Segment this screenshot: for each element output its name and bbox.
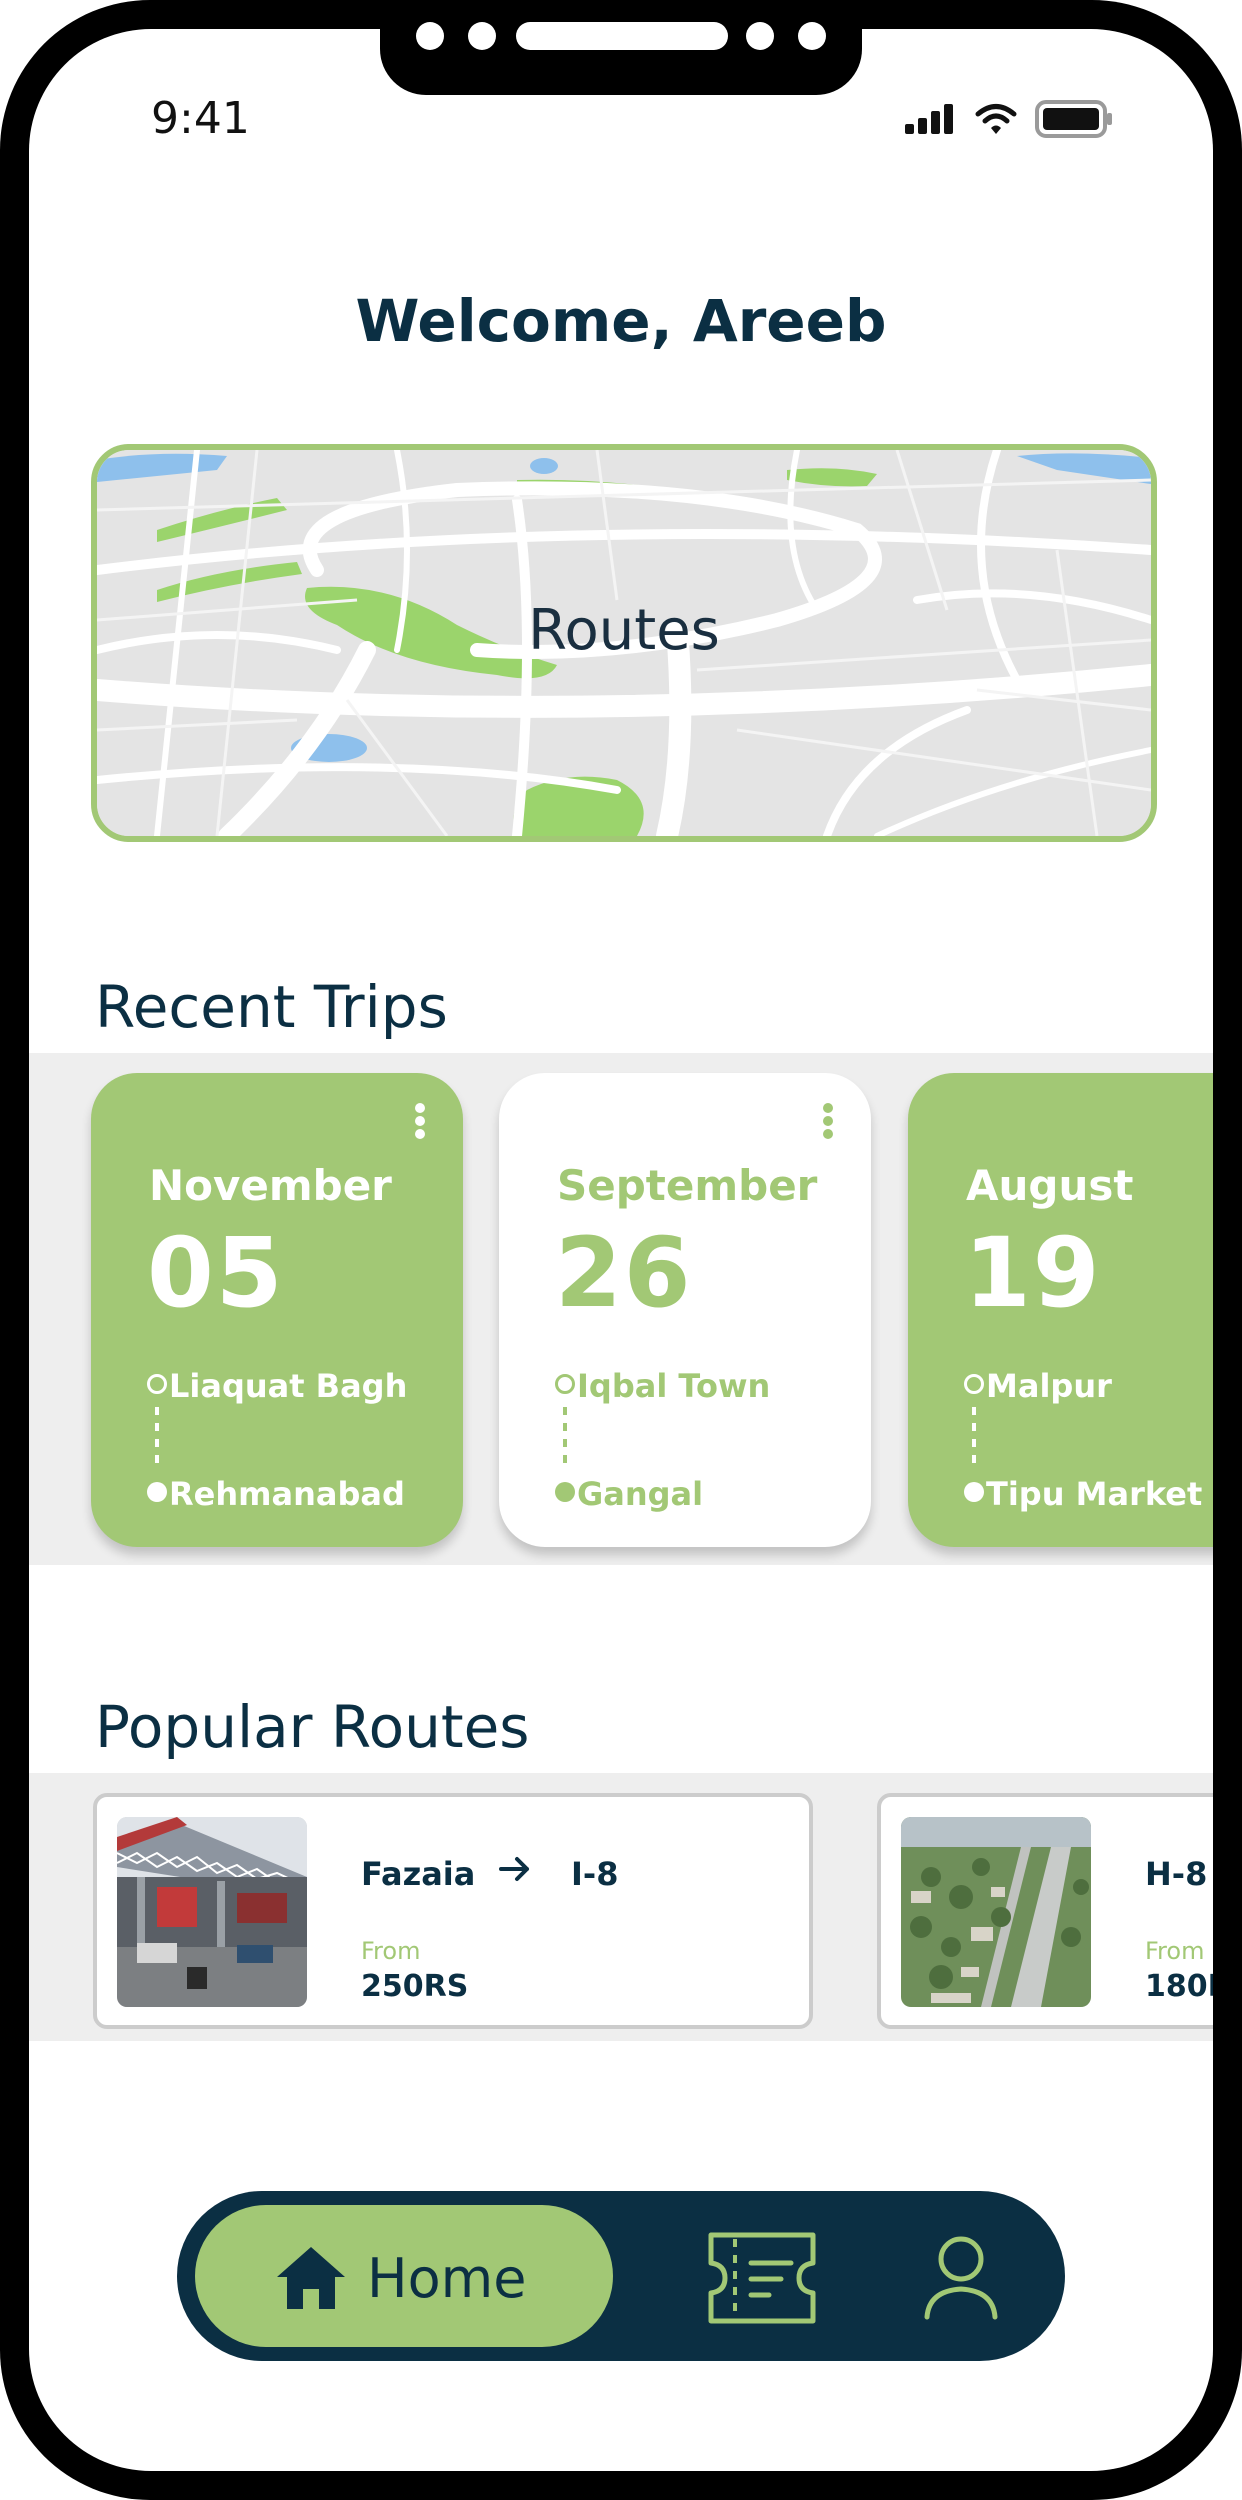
origin-circle-icon bbox=[555, 1374, 575, 1394]
trip-to: Tipu Market bbox=[986, 1475, 1203, 1513]
trip-card[interactable]: November 05 Liaquat Bagh Rehmanabad bbox=[91, 1073, 463, 1547]
profile-icon[interactable] bbox=[921, 2231, 1001, 2321]
trip-day: 19 bbox=[964, 1217, 1102, 1329]
welcome-heading: Welcome, Areeb bbox=[355, 287, 887, 355]
home-icon bbox=[277, 2247, 345, 2309]
trip-month: August bbox=[966, 1161, 1134, 1210]
route-dashed-line bbox=[563, 1407, 567, 1467]
more-vertical-icon[interactable] bbox=[415, 1103, 425, 1142]
more-vertical-icon[interactable] bbox=[823, 1103, 833, 1142]
trip-card[interactable]: August 19 Malpur Tipu Market bbox=[908, 1073, 1213, 1547]
price-from-label: From bbox=[361, 1937, 421, 1965]
trip-month: September bbox=[557, 1161, 818, 1210]
route-card[interactable]: Fazaia I-8 From 250RS bbox=[93, 1793, 813, 2029]
routes-label: Routes bbox=[528, 598, 720, 663]
route-price: 180RS bbox=[1145, 1969, 1213, 2004]
trip-to: Gangal bbox=[577, 1475, 704, 1513]
trip-month: November bbox=[149, 1161, 392, 1210]
route-destination: I-8 bbox=[571, 1855, 619, 1893]
aerial-photo bbox=[901, 1817, 1091, 2007]
route-card[interactable]: H-8 From 180RS bbox=[877, 1793, 1213, 2029]
trip-day: 05 bbox=[147, 1217, 285, 1329]
bottom-nav: Home bbox=[177, 2191, 1065, 2361]
recent-trips-title: Recent Trips bbox=[95, 973, 448, 1041]
station-photo bbox=[117, 1817, 307, 2007]
destination-dot-icon bbox=[555, 1482, 575, 1502]
trip-to: Rehmanabad bbox=[169, 1475, 405, 1513]
route-dashed-line bbox=[972, 1407, 976, 1467]
routes-card[interactable]: Routes bbox=[91, 444, 1157, 842]
destination-dot-icon bbox=[147, 1482, 167, 1502]
price-from-label: From bbox=[1145, 1937, 1205, 1965]
popular-routes-title: Popular Routes bbox=[95, 1693, 530, 1761]
route-origin: H-8 bbox=[1145, 1855, 1208, 1893]
trip-from: Malpur bbox=[986, 1367, 1112, 1405]
trip-card[interactable]: September 26 Iqbal Town Gangal bbox=[499, 1073, 871, 1547]
content-layer: Welcome, Areeb Routes Recent Trips Novem… bbox=[29, 29, 1213, 2471]
route-dashed-line bbox=[155, 1407, 159, 1467]
trip-from: Iqbal Town bbox=[577, 1367, 771, 1405]
route-price: 250RS bbox=[361, 1969, 469, 2004]
route-origin: Fazaia bbox=[361, 1855, 476, 1893]
trip-from: Liaquat Bagh bbox=[169, 1367, 408, 1405]
trip-day: 26 bbox=[555, 1217, 693, 1329]
destination-dot-icon bbox=[964, 1482, 984, 1502]
nav-home-label: Home bbox=[367, 2247, 527, 2310]
origin-circle-icon bbox=[964, 1374, 984, 1394]
arrow-right-icon bbox=[499, 1857, 529, 1881]
ticket-icon[interactable] bbox=[699, 2229, 825, 2327]
nav-home-button[interactable]: Home bbox=[195, 2205, 613, 2347]
origin-circle-icon bbox=[147, 1374, 167, 1394]
